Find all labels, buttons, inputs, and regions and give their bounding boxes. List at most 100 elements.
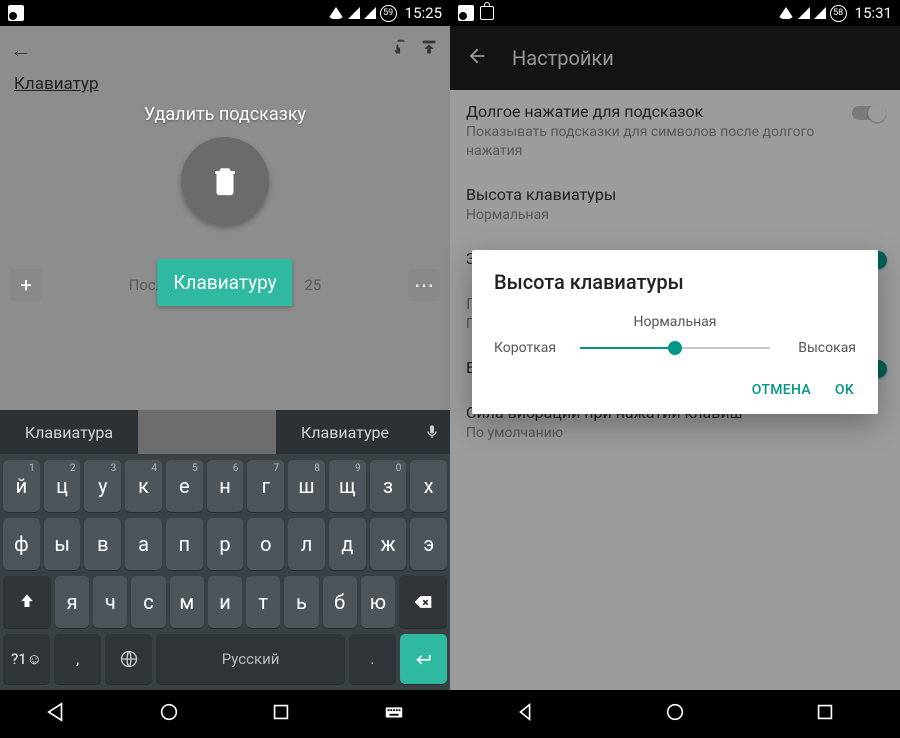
globe-key[interactable] xyxy=(105,634,152,684)
clipboard-row: + Посл 25 ⋯ Клавиатуру xyxy=(0,265,450,305)
suggestion-right[interactable]: Клавиатуре xyxy=(276,423,414,442)
kb-row-4: ?1☺ , Русский . xyxy=(3,634,447,684)
enter-key[interactable] xyxy=(400,634,447,684)
key-п[interactable]: п xyxy=(166,518,203,570)
key-а[interactable]: а xyxy=(125,518,162,570)
key-з[interactable]: з0 xyxy=(370,460,407,512)
nav-bar xyxy=(0,690,450,738)
key-м[interactable]: м xyxy=(170,576,204,628)
trash-button[interactable] xyxy=(181,137,269,225)
key-с[interactable]: с xyxy=(131,576,165,628)
add-button[interactable]: + xyxy=(10,269,42,301)
signal-icon-2 xyxy=(364,7,376,19)
row-suffix: 25 xyxy=(304,276,321,294)
key-э[interactable]: э xyxy=(410,518,447,570)
key-о[interactable]: о xyxy=(247,518,284,570)
slider-thumb[interactable] xyxy=(668,341,682,355)
picture-icon xyxy=(458,5,474,21)
key-г[interactable]: г7 xyxy=(247,460,284,512)
key-щ[interactable]: щ9 xyxy=(329,460,366,512)
nav-back-icon[interactable] xyxy=(514,701,536,727)
clock-time: 15:31 xyxy=(855,4,892,22)
height-dialog: Высота клавиатуры Нормальная Короткая Вы… xyxy=(472,250,878,414)
wifi-icon xyxy=(778,7,794,19)
picture-icon xyxy=(8,5,24,21)
key-ч[interactable]: ч xyxy=(93,576,127,628)
key-й[interactable]: й1 xyxy=(3,460,40,512)
key-ж[interactable]: ж xyxy=(370,518,407,570)
download-icon[interactable] xyxy=(418,37,440,63)
nav-bar xyxy=(450,690,900,738)
kb-row-1: й1ц2у3к4е5н6г7ш8щ9з0х xyxy=(3,460,447,512)
wifi-icon xyxy=(328,7,344,19)
phone-left: 59 15:25 ← Клавиатур Удалить подсказку +… xyxy=(0,0,450,738)
key-ю[interactable]: ю xyxy=(361,576,395,628)
slider-center-label: Нормальная xyxy=(634,314,717,330)
signal-icon xyxy=(348,7,360,19)
key-в[interactable]: в xyxy=(84,518,121,570)
keyboard-indicator-icon[interactable] xyxy=(383,701,405,727)
right-content: Настройки Долгое нажатие для подсказокПо… xyxy=(450,26,900,690)
comma-key[interactable]: , xyxy=(54,634,101,684)
phone-right: 58 15:31 Настройки Долгое нажатие для по… xyxy=(450,0,900,738)
key-я[interactable]: я xyxy=(55,576,89,628)
key-ь[interactable]: ь xyxy=(284,576,318,628)
signal-icon-2 xyxy=(814,7,826,19)
key-л[interactable]: л xyxy=(288,518,325,570)
play-store-icon xyxy=(480,6,494,20)
key-к[interactable]: к4 xyxy=(125,460,162,512)
dialog-title: Высота клавиатуры xyxy=(494,270,856,294)
period-key[interactable]: . xyxy=(349,634,396,684)
key-б[interactable]: б xyxy=(323,576,357,628)
key-р[interactable]: р xyxy=(207,518,244,570)
back-arrow-icon[interactable]: ← xyxy=(10,37,32,63)
slider-max-label: Высокая xyxy=(780,340,856,356)
mic-button[interactable] xyxy=(414,424,450,440)
key-т[interactable]: т xyxy=(246,576,280,628)
backspace-key[interactable] xyxy=(399,576,447,628)
delete-suggestion-popup: Удалить подсказку + Посл 25 ⋯ Клавиатуру xyxy=(0,104,450,305)
nav-home-icon[interactable] xyxy=(664,701,686,727)
status-bar: 58 15:31 xyxy=(450,0,900,26)
popup-title: Удалить подсказку xyxy=(144,104,306,125)
kb-row-3: ячсмитьбю xyxy=(3,576,447,628)
key-ш[interactable]: ш8 xyxy=(288,460,325,512)
spacebar-key[interactable]: Русский xyxy=(156,634,344,684)
nav-home-icon[interactable] xyxy=(158,701,180,727)
clock-time: 15:25 xyxy=(405,4,442,22)
left-content: ← Клавиатур Удалить подсказку + Посл 25 … xyxy=(0,26,450,690)
more-button[interactable]: ⋯ xyxy=(408,269,440,301)
key-ы[interactable]: ы xyxy=(44,518,81,570)
kb-row-2: фывапролджэ xyxy=(3,518,447,570)
height-slider[interactable] xyxy=(580,336,770,360)
suggestion-mid[interactable] xyxy=(138,410,276,454)
key-ф[interactable]: ф xyxy=(3,518,40,570)
key-ц[interactable]: ц2 xyxy=(44,460,81,512)
cancel-button[interactable]: ОТМЕНА xyxy=(752,382,811,398)
battery-badge: 58 xyxy=(830,5,847,22)
nav-recent-icon[interactable] xyxy=(270,701,292,727)
key-и[interactable]: и xyxy=(208,576,242,628)
input-text[interactable]: Клавиатур xyxy=(0,74,450,94)
editor-toolbar: ← xyxy=(0,26,450,74)
gesture-icon[interactable] xyxy=(390,37,412,63)
keyboard: й1ц2у3к4е5н6г7ш8щ9з0х фывапролджэ ячсмит… xyxy=(0,454,450,690)
symbols-key[interactable]: ?1☺ xyxy=(3,634,50,684)
key-д[interactable]: д xyxy=(329,518,366,570)
key-н[interactable]: н6 xyxy=(207,460,244,512)
trash-icon xyxy=(208,164,242,198)
slider-min-label: Короткая xyxy=(494,340,570,356)
key-е[interactable]: е5 xyxy=(166,460,203,512)
key-х[interactable]: х xyxy=(410,460,447,512)
battery-badge: 59 xyxy=(380,5,397,22)
ok-button[interactable]: OK xyxy=(835,382,854,398)
key-у[interactable]: у3 xyxy=(84,460,121,512)
suggestion-bar: Клавиатура Клавиатуре xyxy=(0,410,450,454)
nav-back-icon[interactable] xyxy=(45,701,67,727)
suggestion-left[interactable]: Клавиатура xyxy=(0,423,138,442)
signal-icon xyxy=(798,7,810,19)
nav-recent-icon[interactable] xyxy=(814,701,836,727)
suggestion-chip[interactable]: Клавиатуру xyxy=(157,259,292,306)
shift-key[interactable] xyxy=(3,576,51,628)
status-bar: 59 15:25 xyxy=(0,0,450,26)
